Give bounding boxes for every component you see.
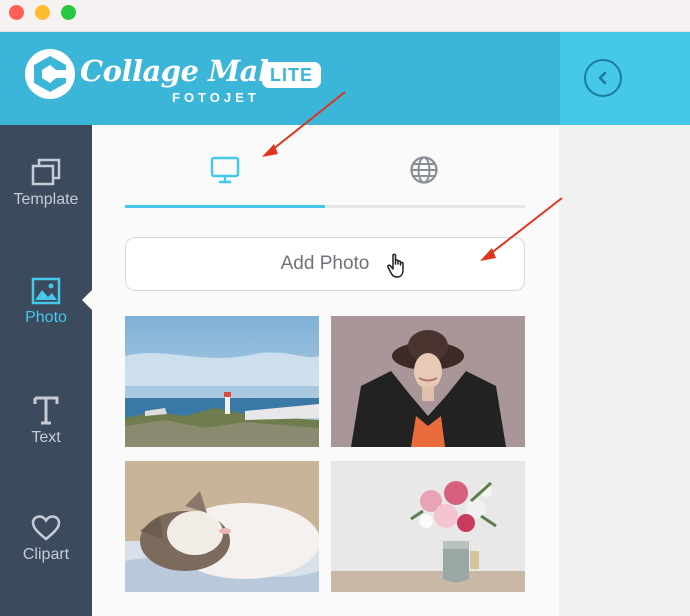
annotation-arrows	[262, 91, 563, 261]
arrow-to-add-photo-icon	[480, 197, 563, 261]
arrow-to-computer-tab-icon	[262, 91, 346, 157]
app-window: Collage Maker LITE FOTOJET Template Phot…	[0, 0, 690, 616]
